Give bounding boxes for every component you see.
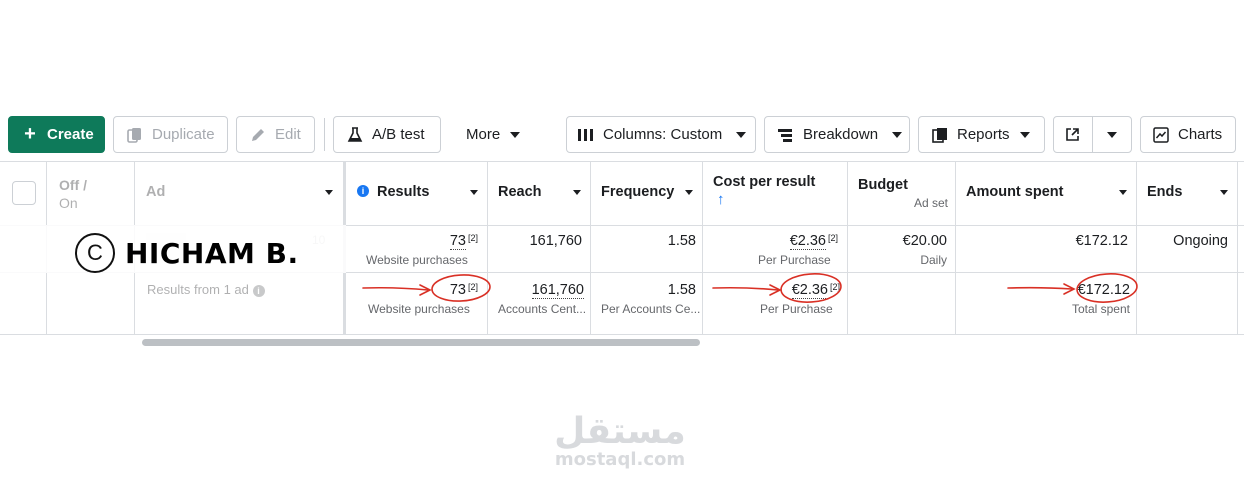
mostaql-watermark: مستقل mostaql.com	[545, 411, 695, 470]
mostaql-logo-url: mostaql.com	[554, 449, 686, 470]
annotation-layer	[362, 273, 1138, 303]
mostaql-logo-arabic: مستقل	[554, 411, 686, 452]
annotation-arrow	[712, 286, 779, 291]
annotation-circle	[431, 274, 491, 302]
annotation-circle	[1076, 273, 1138, 303]
annotation-arrow	[1007, 286, 1073, 290]
annotation-arrow	[362, 286, 429, 291]
annotation-circle	[780, 273, 842, 303]
